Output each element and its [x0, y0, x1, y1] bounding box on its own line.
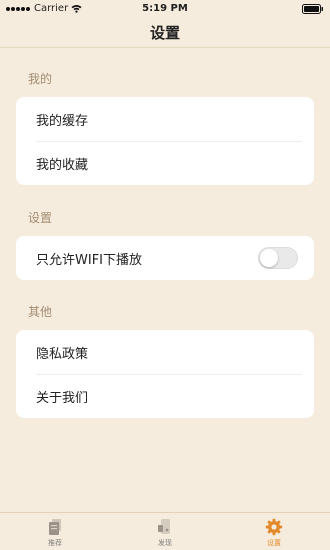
tab-bar: 推荐 发现 设置 [0, 513, 330, 550]
row-my-favorites[interactable]: 我的收藏 [16, 141, 314, 185]
row-privacy-policy[interactable]: 隐私政策 [16, 330, 314, 374]
wifi-only-toggle[interactable] [258, 247, 298, 269]
row-label: 我的收藏 [36, 157, 89, 173]
section-header-settings: 设置 [28, 211, 53, 225]
row-my-cache[interactable]: 我的缓存 [16, 97, 314, 141]
row-label: 隐私政策 [36, 346, 89, 362]
tab-label: 推荐 [48, 539, 62, 547]
row-label: 只允许WIFI下播放 [36, 252, 142, 268]
row-about-us[interactable]: 关于我们 [16, 374, 314, 418]
tab-settings[interactable]: 设置 [244, 513, 304, 550]
row-label: 关于我们 [36, 390, 89, 406]
book-icon [49, 519, 61, 535]
nav-divider [0, 47, 330, 48]
card-mine: 我的缓存 我的收藏 [16, 97, 314, 185]
tab-label: 发现 [158, 539, 172, 547]
discover-icon [158, 519, 170, 534]
card-other: 隐私政策 关于我们 [16, 330, 314, 418]
gear-icon [265, 518, 283, 536]
card-settings: 只允许WIFI下播放 [16, 236, 314, 280]
tab-recommend[interactable]: 推荐 [25, 513, 85, 550]
page-title: 设置 [149, 24, 180, 42]
section-header-mine: 我的 [28, 72, 53, 86]
battery-icon [302, 4, 323, 14]
row-wifi-only: 只允许WIFI下播放 [16, 236, 314, 280]
tab-discover[interactable]: 发现 [135, 513, 195, 550]
section-header-other: 其他 [28, 305, 53, 319]
row-label: 我的缓存 [36, 113, 89, 129]
status-time: 5:19 PM [142, 3, 188, 14]
toggle-knob [260, 249, 278, 267]
tab-label: 设置 [267, 539, 281, 547]
status-bar: Carrier 5:19 PM [0, 0, 330, 18]
